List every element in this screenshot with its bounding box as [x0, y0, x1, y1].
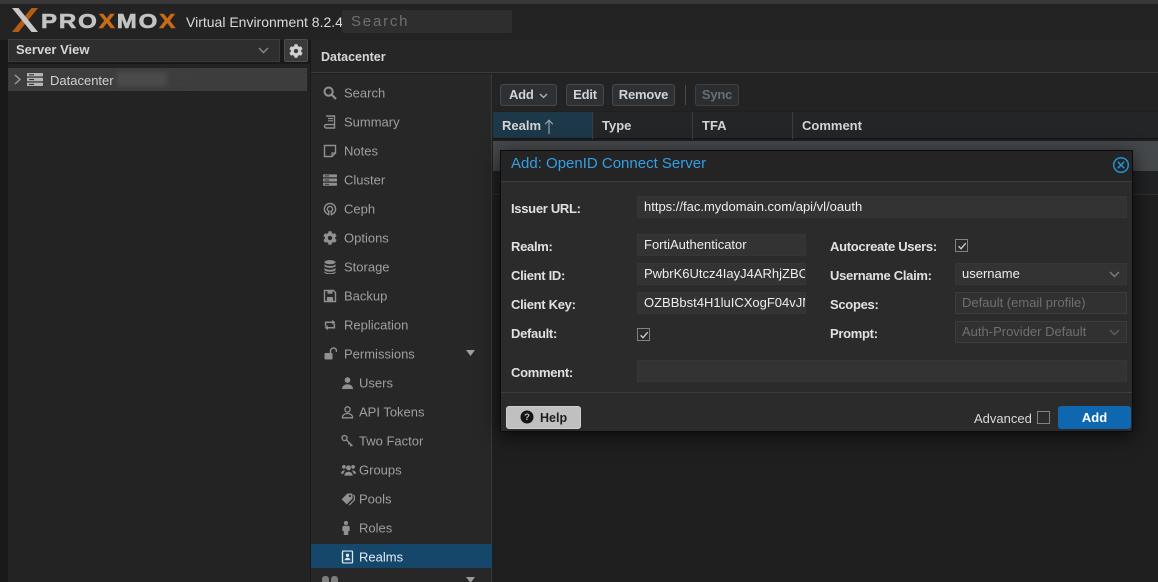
svg-text:?: ? — [524, 412, 530, 423]
